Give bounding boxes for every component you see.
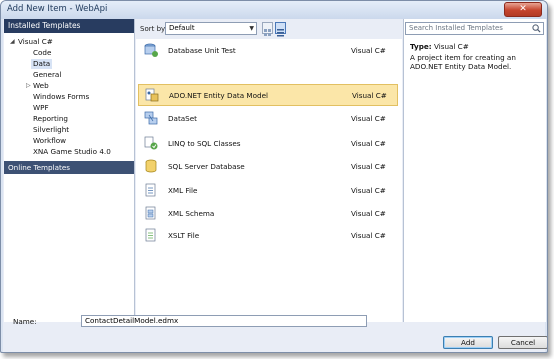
list-view-button[interactable] — [275, 22, 286, 37]
item-name: XML Schema — [168, 209, 215, 218]
xslt-file-icon — [145, 228, 156, 242]
close-button[interactable]: ✕ — [504, 2, 542, 17]
search-placeholder: Search Installed Templates — [409, 24, 503, 32]
sort-toolbar: Sort by: Default ▼ — [136, 19, 402, 39]
sort-by-dropdown[interactable]: Default ▼ — [165, 22, 257, 35]
item-name: ADO.NET Entity Data Model — [169, 91, 268, 100]
add-button[interactable]: Add — [443, 336, 493, 349]
tree-item-windows-forms[interactable]: Windows Forms — [33, 92, 89, 102]
item-language: Visual C# — [351, 162, 386, 171]
template-details-pane: Search Installed Templates Type: Visual … — [403, 19, 546, 322]
sort-by-label: Sort by: — [140, 25, 168, 33]
tree-item-data[interactable]: Data — [31, 59, 53, 69]
type-value: Visual C# — [433, 42, 469, 51]
small-icons-view-button[interactable] — [262, 22, 273, 36]
item-language: Visual C# — [351, 209, 386, 218]
item-name: XSLT File — [168, 231, 200, 240]
list-item[interactable]: SQL Server Database Visual C# — [138, 156, 398, 178]
item-language: Visual C# — [351, 231, 386, 240]
type-line: Type: Visual C# — [410, 42, 469, 51]
add-new-item-dialog: Add New Item - WebApi ✕ Installed Templa… — [0, 0, 548, 353]
name-field[interactable]: ContactDetailModel.edmx — [81, 315, 367, 327]
list-item[interactable]: XML Schema Visual C# — [138, 203, 398, 225]
title-bar[interactable]: Add New Item - WebApi ✕ — [1, 1, 547, 19]
expand-web-icon[interactable]: ▷ — [26, 82, 31, 89]
item-name: SQL Server Database — [168, 162, 245, 171]
entity-model-icon — [145, 88, 159, 102]
item-name: XML File — [168, 186, 198, 195]
item-language: Visual C# — [351, 46, 386, 55]
expand-visual-csharp-icon[interactable]: ◢ — [10, 38, 15, 45]
chevron-down-icon: ▼ — [249, 25, 254, 32]
sql-database-icon — [145, 159, 157, 173]
item-language: Visual C# — [351, 186, 386, 195]
tree-item-silverlight[interactable]: Silverlight — [33, 125, 69, 135]
list-item[interactable]: ADO.NET Entity Data Model Visual C# — [138, 84, 398, 106]
sort-by-value: Default — [169, 24, 195, 32]
list-item[interactable]: Database Unit Test Visual C# — [138, 40, 398, 62]
dataset-icon — [144, 111, 158, 125]
template-description: A project item for creating an ADO.NET E… — [410, 53, 516, 71]
item-language: Visual C# — [351, 139, 386, 148]
online-templates-header[interactable]: Online Templates — [4, 161, 134, 174]
item-language: Visual C# — [352, 91, 387, 100]
list-item[interactable]: XML File Visual C# — [138, 180, 398, 202]
search-icon[interactable] — [532, 24, 541, 33]
item-name: DataSet — [168, 114, 197, 123]
item-name: Database Unit Test — [168, 46, 236, 55]
template-categories-pane: Installed Templates ◢ Visual C# Code Dat… — [4, 19, 135, 322]
tree-item-code[interactable]: Code — [33, 48, 51, 58]
tree-item-web[interactable]: Web — [33, 81, 49, 91]
cancel-button[interactable]: Cancel — [498, 336, 547, 349]
window-title: Add New Item - WebApi — [7, 4, 108, 14]
tree-item-xna-game-studio[interactable]: XNA Game Studio 4.0 — [33, 147, 111, 157]
xml-file-icon — [145, 183, 156, 197]
database-unit-test-icon — [144, 43, 158, 57]
tree-item-visual-csharp[interactable]: Visual C# — [18, 37, 53, 47]
search-templates-input[interactable]: Search Installed Templates — [405, 22, 544, 35]
installed-templates-header[interactable]: Installed Templates — [4, 19, 134, 33]
list-item[interactable]: XSLT File Visual C# — [138, 225, 398, 247]
list-view-icon — [277, 29, 284, 37]
item-language: Visual C# — [351, 114, 386, 123]
list-item[interactable]: LINQ to SQL Classes Visual C# — [138, 133, 398, 155]
tree-item-reporting[interactable]: Reporting — [33, 114, 68, 124]
xml-schema-icon — [145, 206, 156, 220]
item-name: LINQ to SQL Classes — [168, 139, 241, 148]
tree-item-workflow[interactable]: Workflow — [33, 136, 66, 146]
type-label: Type: — [410, 42, 432, 51]
tree-item-general[interactable]: General — [33, 70, 61, 80]
small-icons-icon — [264, 29, 271, 36]
template-list: Database Unit Test Visual C# ADO.NET Ent… — [136, 39, 402, 322]
linq-icon — [144, 136, 158, 150]
name-label: Name: — [13, 317, 37, 326]
tree-item-wpf[interactable]: WPF — [33, 103, 49, 113]
list-item[interactable]: DataSet Visual C# — [138, 108, 398, 130]
dialog-client: Installed Templates ◢ Visual C# Code Dat… — [3, 19, 547, 352]
